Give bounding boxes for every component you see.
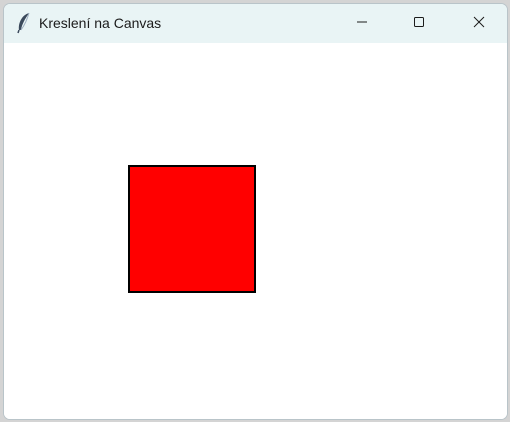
red-square-shape <box>128 165 256 293</box>
drawing-canvas[interactable] <box>4 43 507 419</box>
close-icon <box>473 15 485 33</box>
minimize-button[interactable] <box>339 4 385 43</box>
title-bar[interactable]: Kreslení na Canvas <box>4 4 507 43</box>
window-title: Kreslení na Canvas <box>39 15 162 31</box>
maximize-icon <box>413 15 425 33</box>
app-window: Kreslení na Canvas <box>3 3 508 420</box>
close-button[interactable] <box>456 4 502 43</box>
feather-icon <box>14 11 34 35</box>
maximize-button[interactable] <box>396 4 442 43</box>
minimize-icon <box>356 15 368 33</box>
